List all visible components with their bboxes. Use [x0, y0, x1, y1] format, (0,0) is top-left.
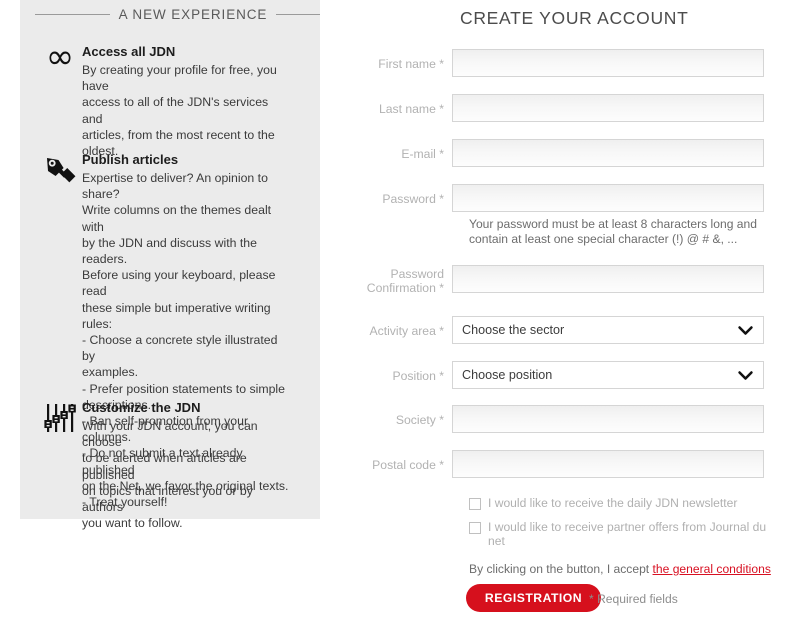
terms-acceptance-text: By clicking on the button, I accept the … [469, 562, 771, 576]
first-name-label: First name * [378, 57, 444, 71]
feature-text: By creating your profile for free, you h… [82, 62, 292, 159]
field-activity-area: Activity area * Choose the sector [331, 316, 803, 344]
password-confirmation-input[interactable] [452, 265, 764, 293]
field-last-name: Last name * [331, 94, 803, 122]
feature-text-line: Before using your keyboard, please read [82, 268, 276, 299]
society-label: Society * [395, 413, 444, 427]
partner-offers-checkbox-label: I would like to receive partner offers f… [488, 520, 766, 549]
checkbox-label-line: net [488, 534, 505, 549]
position-control: Choose position [452, 361, 764, 389]
sliders-icon [38, 400, 82, 436]
feature-access-all-jdn: ∞ Access all JDN By creating your profil… [38, 37, 292, 159]
feature-text-line: access to all of the JDN's services and [82, 95, 269, 126]
pen-nib-icon [38, 152, 82, 188]
general-conditions-link[interactable]: the general conditions [653, 562, 771, 576]
feature-text-line: By creating your profile for free, you h… [82, 63, 277, 94]
feature-title: Access all JDN [82, 44, 176, 59]
feature-text-line: these simple but imperative writing rule… [82, 300, 271, 331]
feature-text-line: With your JDN account, you can choose [82, 419, 258, 450]
registration-form: CREATE YOUR ACCOUNT First name * Last na… [331, 0, 803, 617]
feature-text-line: on topics that interest you or by author… [82, 483, 253, 515]
field-password-confirmation: Password Confirmation * [331, 265, 803, 295]
password-label: Password * [382, 192, 444, 206]
email-input[interactable] [452, 139, 764, 167]
field-postal-code: Postal code * [331, 450, 803, 478]
partner-offers-checkbox-row[interactable]: I would like to receive partner offers f… [469, 520, 769, 549]
label-line: Password [390, 267, 444, 281]
postal-code-input[interactable] [452, 450, 764, 478]
position-selected-value[interactable]: Choose position [452, 361, 764, 389]
society-input[interactable] [452, 405, 764, 433]
newsletter-checkbox-label: I would like to receive the daily JDN ne… [488, 496, 737, 510]
checkbox-label-line: I would like to receive the daily JDN ne… [488, 496, 738, 510]
society-control [452, 405, 764, 433]
feature-text-line: Expertise to deliver? An opinion to shar… [82, 171, 268, 202]
first-name-control [452, 49, 764, 77]
label-line: Confirmation * [366, 281, 444, 295]
feature-text-line: Write columns on the themes dealt with [82, 203, 272, 234]
title-rule-left [35, 14, 110, 15]
feature-title: Customize the JDN [82, 400, 201, 415]
password-hint-line: Your password must be at least 8 charact… [469, 217, 757, 231]
last-name-label: Last name * [378, 102, 444, 116]
feature-body: Customize the JDN With your JDN account,… [82, 400, 292, 531]
feature-body: Access all JDN By creating your profile … [82, 44, 292, 159]
panel-title-text: A NEW EXPERIENCE [118, 7, 268, 22]
feature-text: With your JDN account, you can choose to… [82, 418, 292, 531]
password-hint-line: contain at least one special character (… [469, 232, 738, 246]
postal-code-control [452, 450, 764, 478]
feature-text-line: - Choose a concrete style illustrated by [82, 333, 278, 364]
panel-section-title: A NEW EXPERIENCE [20, 7, 320, 22]
signup-page: A NEW EXPERIENCE ∞ Access all JDN By cre… [0, 0, 803, 617]
feature-text-line: - Prefer position statements to simple [82, 381, 285, 396]
feature-text-line: to be alerted when articles are publishe… [82, 451, 247, 482]
newsletter-checkbox[interactable] [469, 498, 481, 510]
feature-title: Publish articles [82, 152, 179, 167]
activity-area-control: Choose the sector [452, 316, 764, 344]
feature-text-line: by the JDN and discuss with the readers. [82, 235, 257, 267]
password-confirmation-label: Password Confirmation * [331, 265, 452, 295]
field-position: Position * Choose position [331, 361, 803, 389]
registration-button[interactable]: REGISTRATION [466, 584, 601, 612]
activity-area-select[interactable]: Choose the sector [452, 316, 764, 344]
feature-text-line: articles, from the most recent to the [82, 127, 275, 142]
feature-text-line: examples. [82, 365, 139, 380]
email-control [452, 139, 764, 167]
terms-prefix: By clicking on the button, I accept [469, 562, 653, 576]
field-email: E-mail * [331, 139, 803, 167]
password-control [452, 184, 764, 212]
position-label: Position * [392, 369, 445, 383]
postal-code-label: Postal code * [372, 458, 444, 472]
field-password: Password * [331, 184, 803, 212]
newsletter-checkbox-row[interactable]: I would like to receive the daily JDN ne… [469, 496, 769, 510]
partner-offers-checkbox[interactable] [469, 522, 481, 534]
password-confirmation-control [452, 265, 764, 293]
field-first-name: First name * [331, 49, 803, 77]
last-name-control [452, 94, 764, 122]
position-select[interactable]: Choose position [452, 361, 764, 389]
checkbox-label-line: I would like to receive partner offers f… [488, 520, 767, 534]
activity-area-selected-value[interactable]: Choose the sector [452, 316, 764, 344]
first-name-input[interactable] [452, 49, 764, 77]
page-title: CREATE YOUR ACCOUNT [460, 8, 689, 28]
email-label: E-mail * [401, 147, 444, 161]
benefits-panel: A NEW EXPERIENCE ∞ Access all JDN By cre… [20, 0, 320, 530]
activity-area-label: Activity area * [369, 324, 444, 338]
feature-text-line: you want to follow. [82, 516, 183, 531]
feature-customize-jdn: Customize the JDN With your JDN account,… [38, 400, 292, 531]
password-hint: Your password must be at least 8 charact… [469, 217, 769, 247]
infinity-icon: ∞ [45, 37, 75, 77]
required-fields-note: * Required fields [589, 592, 678, 606]
password-input[interactable] [452, 184, 764, 212]
field-society: Society * [331, 405, 803, 433]
last-name-input[interactable] [452, 94, 764, 122]
title-rule-right [276, 14, 320, 15]
